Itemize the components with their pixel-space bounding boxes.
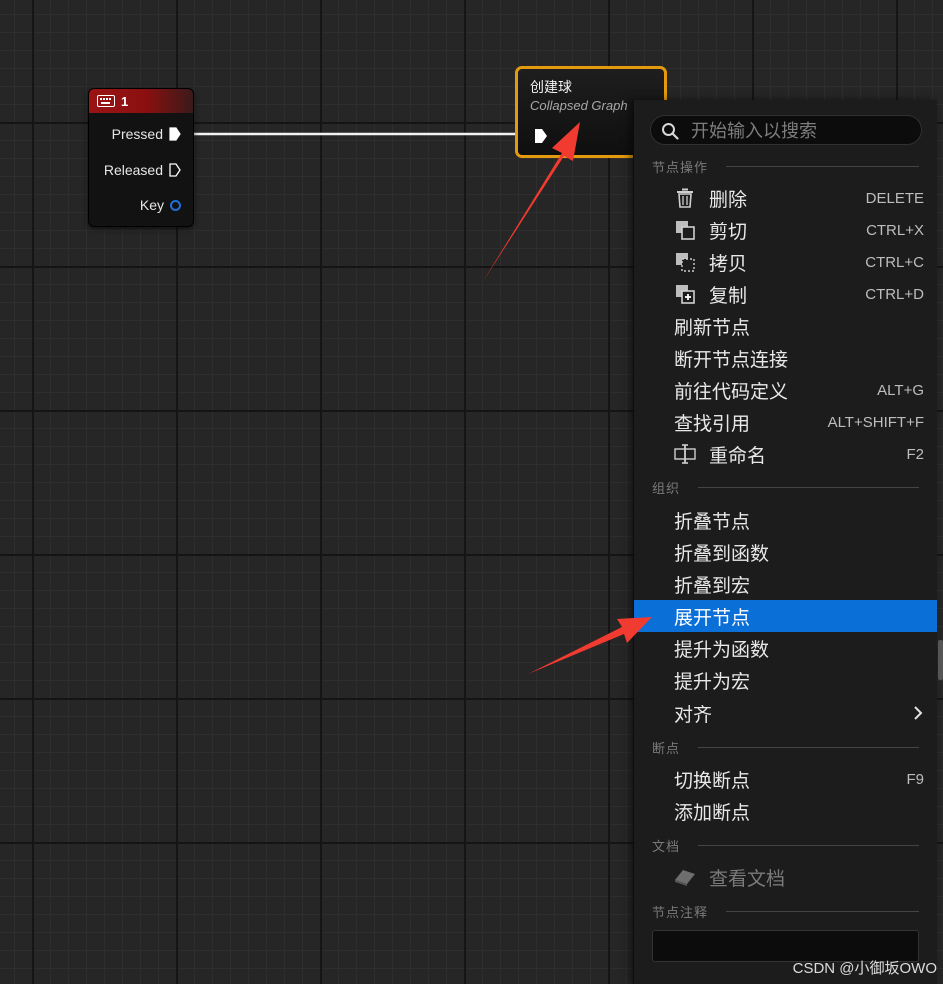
menu-item-shortcut: CTRL+D bbox=[865, 285, 924, 303]
menu-item-toggle-breakpoint[interactable]: 切换断点 F9 bbox=[634, 763, 937, 795]
trash-icon bbox=[674, 187, 696, 209]
menu-item-label: 折叠到函数 bbox=[674, 543, 770, 565]
section-docs: 文档 bbox=[652, 838, 919, 854]
menu-item-refresh-node[interactable]: 刷新节点 bbox=[634, 310, 937, 342]
menu-item-expand-node[interactable]: 展开节点 bbox=[634, 600, 937, 632]
search-box[interactable] bbox=[650, 115, 922, 145]
key-pin-row[interactable]: Key bbox=[140, 197, 181, 213]
search-icon bbox=[662, 123, 679, 140]
menu-item-promote-to-macro[interactable]: 提升为宏 bbox=[634, 664, 937, 696]
cut-icon bbox=[674, 219, 696, 241]
collapsed-node-title: 创建球 bbox=[530, 79, 572, 95]
chevron-right-icon bbox=[914, 706, 923, 720]
exec-out-pin-empty-icon[interactable] bbox=[169, 163, 181, 177]
menu-item-promote-to-function[interactable]: 提升为函数 bbox=[634, 632, 937, 664]
menu-item-shortcut: CTRL+X bbox=[866, 221, 924, 239]
panel-edge-handle[interactable] bbox=[938, 640, 943, 680]
released-pin-row[interactable]: Released bbox=[104, 162, 181, 178]
watermark: CSDN @小御坂OWO bbox=[792, 960, 937, 977]
menu-item-shortcut: F2 bbox=[906, 445, 924, 463]
copy-icon bbox=[674, 251, 696, 273]
menu-item-label: 查找引用 bbox=[674, 413, 751, 435]
section-organize: 组织 bbox=[652, 480, 919, 496]
exec-in-pin-icon[interactable] bbox=[534, 128, 548, 144]
key-event-node[interactable]: 1 Pressed Released Key bbox=[88, 88, 194, 227]
menu-item-label: 剪切 bbox=[709, 221, 748, 243]
menu-item-collapse-to-macro[interactable]: 折叠到宏 bbox=[634, 568, 937, 600]
struct-pin-icon[interactable] bbox=[170, 199, 181, 211]
menu-item-label: 展开节点 bbox=[674, 607, 751, 629]
pressed-pin-row[interactable]: Pressed bbox=[112, 126, 181, 142]
menu-item-cut[interactable]: 剪切 CTRL+X bbox=[634, 214, 937, 246]
menu-item-shortcut: F9 bbox=[906, 770, 924, 788]
menu-item-label: 对齐 bbox=[674, 704, 713, 726]
menu-item-label: 刷新节点 bbox=[674, 317, 751, 339]
menu-item-duplicate[interactable]: 复制 CTRL+D bbox=[634, 278, 937, 310]
key-pin-label: Key bbox=[139, 197, 164, 213]
menu-item-shortcut: ALT+SHIFT+F bbox=[827, 413, 924, 431]
menu-item-label: 切换断点 bbox=[674, 770, 751, 792]
menu-item-label: 拷贝 bbox=[709, 253, 748, 275]
collapsed-node-subtitle: Collapsed Graph bbox=[530, 98, 628, 113]
menu-item-label: 折叠节点 bbox=[674, 511, 751, 533]
menu-item-label: 删除 bbox=[709, 189, 748, 211]
key-node-header[interactable]: 1 bbox=[89, 89, 193, 113]
menu-item-shortcut: DELETE bbox=[865, 189, 924, 207]
menu-item-collapse-nodes[interactable]: 折叠节点 bbox=[634, 504, 937, 536]
released-pin-label: Released bbox=[103, 162, 163, 178]
menu-item-label: 添加断点 bbox=[674, 802, 751, 824]
menu-item-delete[interactable]: 删除 DELETE bbox=[634, 182, 937, 214]
menu-item-label: 查看文档 bbox=[709, 868, 786, 890]
keyboard-icon bbox=[97, 95, 115, 107]
menu-item-view-docs[interactable]: 查看文档 bbox=[634, 861, 937, 893]
menu-item-label: 折叠到宏 bbox=[674, 575, 751, 597]
menu-item-shortcut: ALT+G bbox=[877, 381, 924, 399]
menu-item-label: 提升为宏 bbox=[674, 671, 751, 693]
menu-item-find-references[interactable]: 查找引用 ALT+SHIFT+F bbox=[634, 406, 937, 438]
menu-item-break-links[interactable]: 断开节点连接 bbox=[634, 342, 937, 374]
menu-item-goto-definition[interactable]: 前往代码定义 ALT+G bbox=[634, 374, 937, 406]
pressed-pin-label: Pressed bbox=[111, 126, 163, 142]
menu-item-collapse-to-function[interactable]: 折叠到函数 bbox=[634, 536, 937, 568]
section-node-comment: 节点注释 bbox=[652, 904, 919, 920]
docs-icon bbox=[674, 866, 696, 888]
key-node-title: 1 bbox=[121, 93, 129, 109]
exec-out-pin-filled-icon[interactable] bbox=[169, 127, 181, 141]
duplicate-icon bbox=[674, 283, 696, 305]
menu-item-label: 断开节点连接 bbox=[674, 349, 789, 371]
menu-item-add-breakpoint[interactable]: 添加断点 bbox=[634, 795, 937, 827]
menu-item-label: 复制 bbox=[709, 285, 748, 307]
context-menu: 节点操作 删除 DELETE 剪切 CTRL+X 拷贝 CTRL+C 复制 CT… bbox=[633, 100, 937, 984]
rename-icon bbox=[674, 443, 696, 465]
menu-item-rename[interactable]: 重命名 F2 bbox=[634, 438, 937, 470]
search-input[interactable] bbox=[689, 118, 921, 144]
menu-item-shortcut: CTRL+C bbox=[865, 253, 924, 271]
menu-item-align[interactable]: 对齐 bbox=[634, 697, 937, 729]
section-breakpoints: 断点 bbox=[652, 740, 919, 756]
menu-item-copy[interactable]: 拷贝 CTRL+C bbox=[634, 246, 937, 278]
menu-item-label: 重命名 bbox=[709, 445, 767, 467]
menu-item-label: 前往代码定义 bbox=[674, 381, 789, 403]
section-node-actions: 节点操作 bbox=[652, 159, 919, 175]
menu-item-label: 提升为函数 bbox=[674, 639, 770, 661]
